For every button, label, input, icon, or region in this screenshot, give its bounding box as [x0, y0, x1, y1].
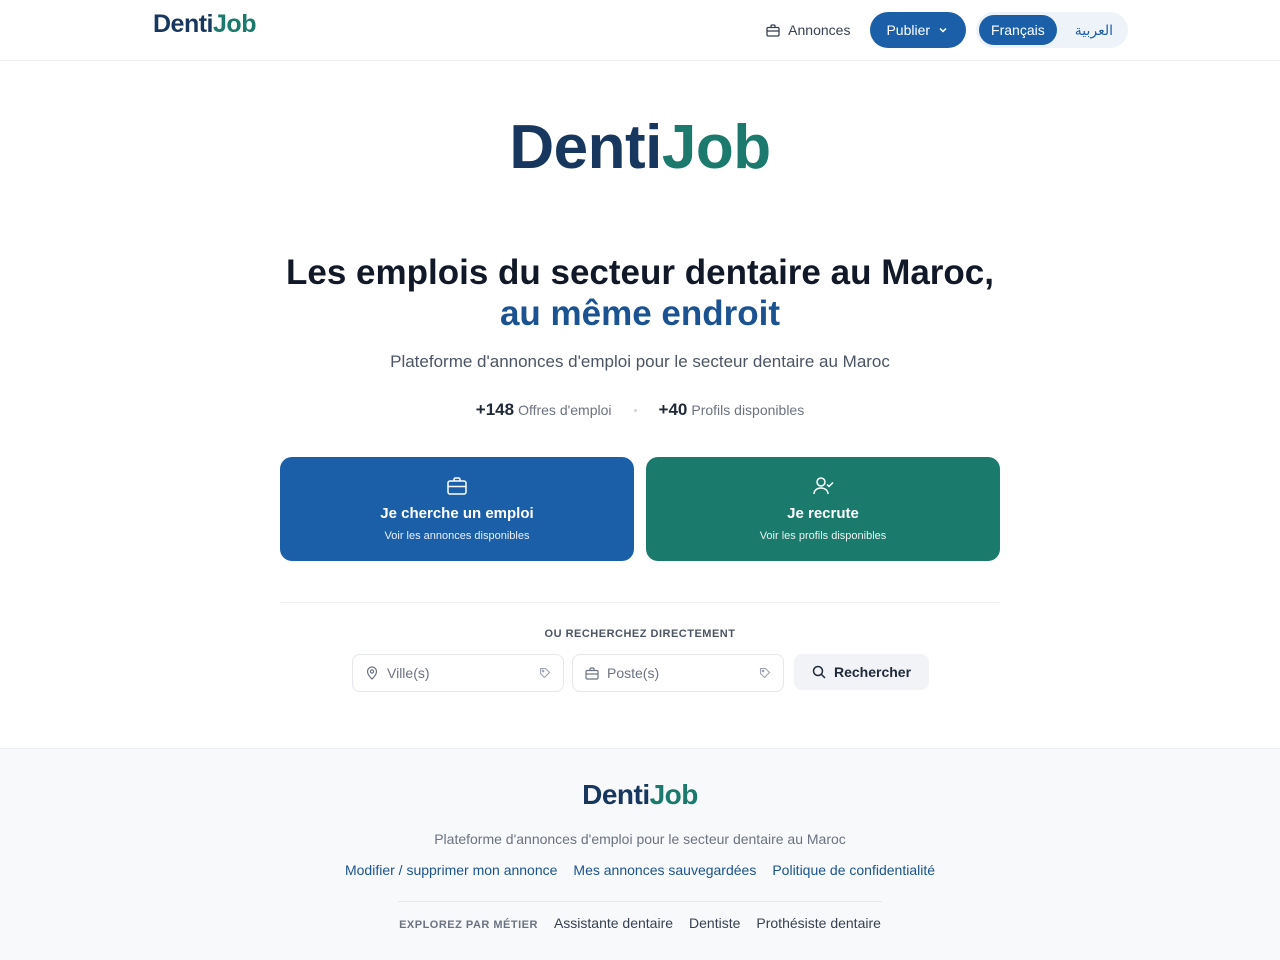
- nav-listings-label: Annonces: [788, 22, 851, 38]
- hero-logo-b: b: [733, 113, 771, 182]
- site-footer: Denti Jo b Plateforme d'annonces d'emploi …: [0, 748, 1280, 960]
- header-nav: Annonces Publier Français العربية: [766, 12, 1128, 48]
- job-seeker-card[interactable]: Je cherche un emploi Voir les annonces d…: [280, 457, 634, 561]
- profession-link-dental-technician[interactable]: Prothésiste dentaire: [756, 915, 881, 931]
- page-title: Les emplois du secteur dentaire au Maroc…: [0, 252, 1280, 334]
- position-field[interactable]: [572, 654, 784, 692]
- hero-logo-container: Denti Jo b: [0, 112, 1280, 183]
- search-button[interactable]: Rechercher: [794, 654, 930, 690]
- stat-job-offers-value: +148: [475, 400, 515, 419]
- chevron-down-icon: [939, 27, 947, 33]
- hero-subtitle: Plateforme d'annonces d'emploi pour le s…: [390, 352, 890, 371]
- user-check-icon: [813, 477, 834, 495]
- briefcase-icon: [585, 666, 599, 680]
- stat-profiles-label: Profils disponibles: [691, 402, 805, 418]
- footer-logo-b: b: [681, 779, 698, 810]
- city-input[interactable]: [387, 665, 531, 681]
- recruiter-subtitle: Voir les profils disponibles: [759, 530, 887, 542]
- language-switcher: Français العربية: [976, 12, 1128, 48]
- footer-tagline: Plateforme d'annonces d'emploi pour le s…: [434, 831, 846, 847]
- headline-line2: au même endroit: [499, 294, 781, 333]
- tag-icon: [759, 667, 771, 679]
- profession-link-dentist[interactable]: Dentiste: [689, 915, 740, 931]
- publish-button[interactable]: Publier: [870, 12, 967, 48]
- search-section-label: OU RECHERCHEZ DIRECTEMENT: [544, 628, 736, 640]
- briefcase-icon: [447, 477, 467, 495]
- stat-job-offers-label: Offres d'emploi: [518, 402, 612, 418]
- footer-link-edit-listing[interactable]: Modifier / supprimer mon annonce: [345, 862, 557, 878]
- hero-logo-denti: Denti: [509, 113, 662, 182]
- lang-french[interactable]: Français: [979, 15, 1057, 45]
- header-logo[interactable]: Denti Jo b: [153, 10, 256, 39]
- hero-logo: Denti Jo b: [509, 112, 771, 183]
- search-icon: [812, 665, 826, 679]
- footer-divider: [398, 901, 882, 902]
- map-pin-icon: [366, 666, 378, 680]
- headline-line1: Les emplois du secteur dentaire au Maroc…: [286, 253, 994, 292]
- logo-b: b: [241, 10, 256, 38]
- explore-label: EXPLOREZ PAR MÉTIER: [399, 919, 538, 931]
- footer-logo-denti: Denti: [582, 779, 650, 810]
- search-form: Rechercher: [352, 654, 930, 692]
- profession-link-dental-assistant[interactable]: Assistante dentaire: [554, 915, 673, 931]
- site-header: Denti Jo b Annonces Publier Français العرب…: [0, 0, 1280, 61]
- logo-text-jo: Jo: [213, 10, 242, 39]
- city-field[interactable]: [352, 654, 564, 692]
- publish-label: Publier: [886, 22, 931, 38]
- recruiter-title: Je recrute: [787, 505, 859, 522]
- footer-explore: EXPLOREZ PAR MÉTIER Assistante dentaire …: [0, 915, 1280, 931]
- logo-jo: Jo: [213, 10, 242, 38]
- nav-listings-link[interactable]: Annonces: [766, 22, 850, 38]
- stats-bar: +148 Offres d'emploi +40 Profils disponi…: [0, 400, 1280, 420]
- section-divider: [280, 602, 1000, 603]
- briefcase-icon: [766, 23, 780, 37]
- tag-icon: [539, 667, 551, 679]
- stat-profiles: +40 Profils disponibles: [659, 400, 805, 420]
- recruiter-card[interactable]: Je recrute Voir les profils disponibles: [646, 457, 1000, 561]
- lang-arabic[interactable]: العربية: [1063, 15, 1125, 45]
- logo-text-denti: Denti: [153, 10, 214, 38]
- footer-logo[interactable]: Denti Jo b: [582, 779, 698, 811]
- footer-link-saved-listings[interactable]: Mes annonces sauvegardées: [573, 862, 756, 878]
- footer-link-privacy-policy[interactable]: Politique de confidentialité: [772, 862, 935, 878]
- search-button-label: Rechercher: [834, 664, 912, 680]
- job-seeker-title: Je cherche un emploi: [380, 505, 534, 522]
- position-input[interactable]: [607, 665, 751, 681]
- stat-separator: [633, 408, 637, 412]
- hero-logo-jo: Jo: [661, 113, 734, 182]
- job-seeker-subtitle: Voir les annonces disponibles: [384, 530, 530, 542]
- footer-logo-jo: Jo: [649, 779, 682, 810]
- footer-links: Modifier / supprimer mon annonce Mes ann…: [0, 862, 1280, 878]
- stat-job-offers: +148 Offres d'emploi: [476, 400, 612, 420]
- footer-logo-container: Denti Jo b: [0, 779, 1280, 811]
- stat-profiles-value: +40: [658, 400, 688, 419]
